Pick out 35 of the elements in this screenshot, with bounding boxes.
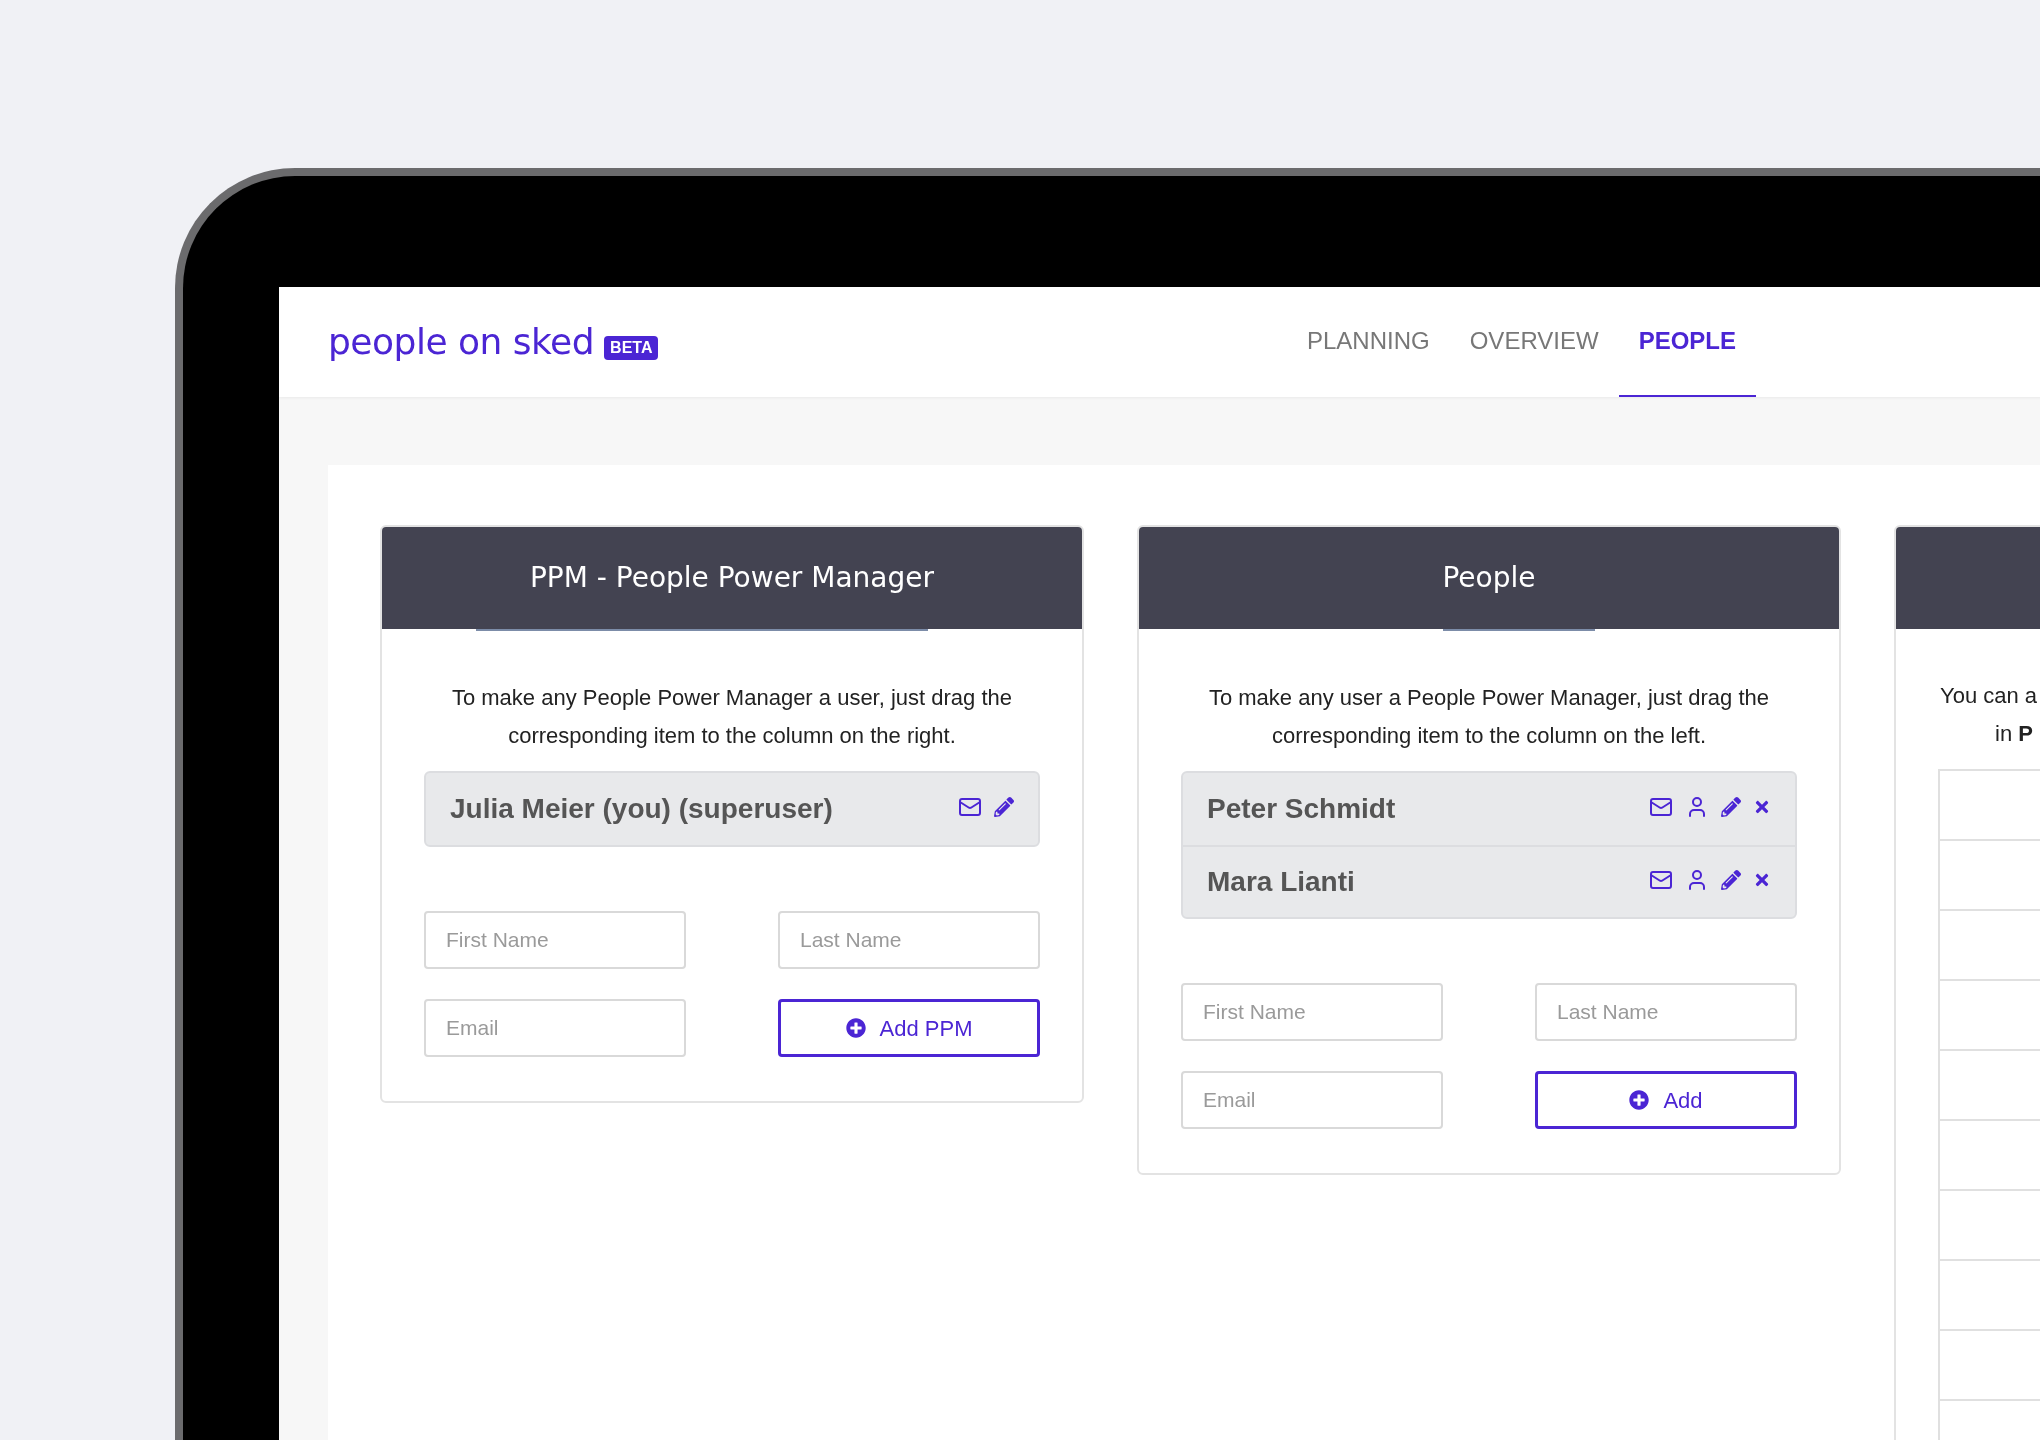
- card-description: To make any user a People Power Manager, just drag the corresponding item to the column on the left.: [1207, 684, 1771, 750]
- beta-badge: BETA: [604, 336, 659, 360]
- person-item[interactable]: Peter Schmidt: [1183, 773, 1795, 845]
- mail-icon[interactable]: [1649, 795, 1673, 819]
- card-description: You can a: [1939, 682, 2039, 710]
- text-field[interactable]: Last Name: [778, 911, 1040, 969]
- text-field[interactable]: First Name: [424, 911, 686, 969]
- nav-tab[interactable]: OVERVIEW: [1449, 287, 1619, 397]
- person-name: Peter Schmidt: [1207, 792, 1396, 826]
- person-name: Julia Meier (you) (superuser): [450, 792, 833, 826]
- close-icon[interactable]: [1753, 871, 1771, 889]
- card-description: in P: [1994, 720, 2034, 748]
- text-field[interactable]: Email: [1181, 1071, 1443, 1129]
- text-field[interactable]: Email: [424, 999, 686, 1057]
- app-logo[interactable]: people on sked: [328, 315, 595, 369]
- add-button[interactable]: Add PPM: [778, 999, 1040, 1057]
- plus-icon: [1629, 1090, 1650, 1110]
- card-title: PPM - People Power Manager: [529, 560, 934, 596]
- person-item[interactable]: Julia Meier (you) (superuser): [426, 773, 1038, 845]
- person-item[interactable]: Mara Lianti: [1183, 845, 1795, 917]
- pencil-icon[interactable]: [1721, 870, 1741, 890]
- mail-icon[interactable]: [1649, 868, 1673, 892]
- card-description: To make any People Power Manager a user, just drag the corresponding item to the column on the right.: [450, 684, 1014, 750]
- text-field[interactable]: Last Name: [1535, 983, 1797, 1041]
- mail-icon[interactable]: [958, 795, 982, 819]
- nav-tab[interactable]: PEOPLE: [1618, 287, 1756, 397]
- close-icon[interactable]: [1753, 798, 1771, 816]
- pencil-icon[interactable]: [994, 797, 1014, 817]
- plus-icon: [845, 1018, 866, 1038]
- card-title: People: [1442, 560, 1536, 596]
- nav-tab[interactable]: PLANNING: [1287, 287, 1450, 397]
- person-name: Mara Lianti: [1207, 865, 1355, 899]
- pencil-icon[interactable]: [1721, 797, 1741, 817]
- add-button[interactable]: Add: [1535, 1071, 1797, 1129]
- text-field[interactable]: First Name: [1181, 983, 1443, 1041]
